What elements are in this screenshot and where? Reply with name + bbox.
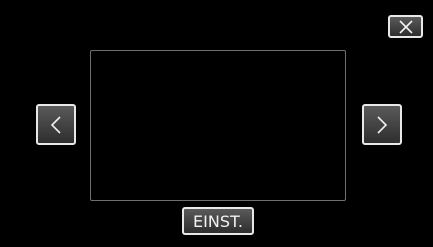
- previous-button[interactable]: [36, 104, 76, 145]
- next-button[interactable]: [362, 104, 402, 145]
- chevron-right-icon: [375, 115, 389, 135]
- settings-button[interactable]: EINST.: [182, 207, 254, 235]
- preview-frame: [90, 50, 346, 201]
- chevron-left-icon: [49, 115, 63, 135]
- settings-button-label: EINST.: [193, 211, 243, 231]
- close-button[interactable]: [388, 15, 423, 38]
- close-icon: [398, 19, 414, 34]
